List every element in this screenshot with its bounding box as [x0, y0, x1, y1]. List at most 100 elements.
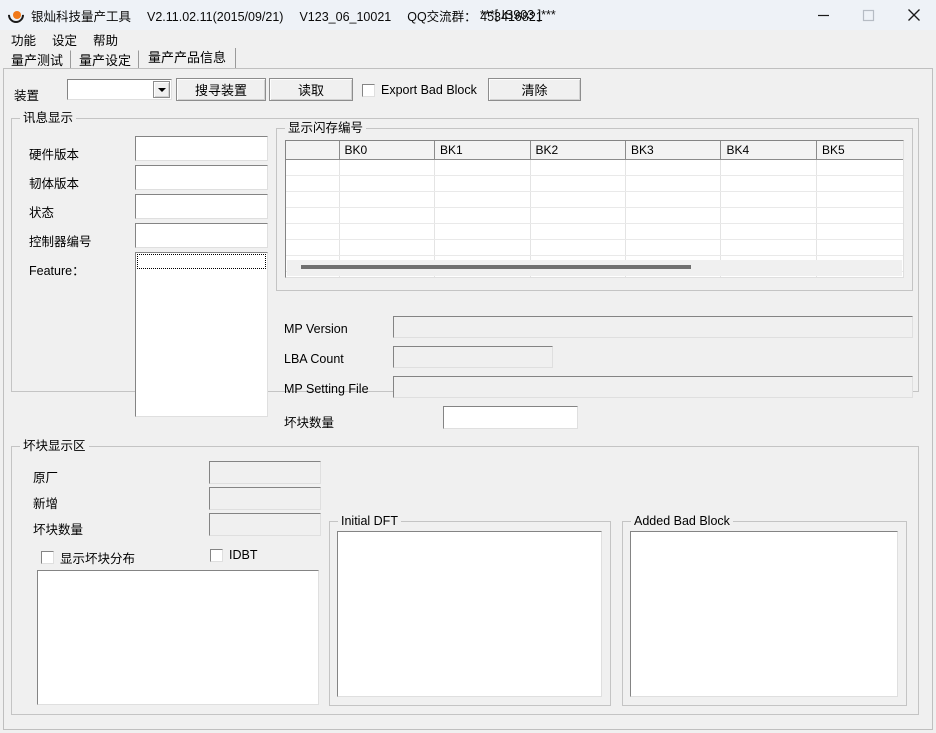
flash-id-cell[interactable]	[530, 223, 625, 239]
flash-id-cell[interactable]	[816, 191, 904, 207]
device-select[interactable]	[67, 79, 172, 100]
read-button[interactable]: 读取	[269, 78, 353, 101]
firmware-version-field[interactable]	[135, 165, 268, 190]
idbt-checkbox[interactable]: IDBT	[210, 548, 257, 562]
flash-id-cell[interactable]	[530, 159, 625, 175]
application-window: 银灿科技量产工具V2.11.02.11(2015/09/21)V123_06_1…	[0, 0, 936, 733]
flash-id-cell[interactable]	[339, 207, 434, 223]
flash-id-cell[interactable]	[816, 223, 904, 239]
flash-id-cell[interactable]	[435, 191, 530, 207]
bad-block-count-value	[444, 407, 577, 413]
flash-id-cell[interactable]	[339, 191, 434, 207]
flash-id-cell[interactable]	[816, 239, 904, 255]
flash-id-cell[interactable]	[286, 191, 339, 207]
flash-id-cell[interactable]	[626, 207, 721, 223]
flash-id-cell[interactable]	[816, 175, 904, 191]
tab-mass-production-settings[interactable]: 量产设定	[71, 50, 139, 69]
flash-id-cell[interactable]	[435, 223, 530, 239]
mp-version-field[interactable]	[393, 316, 913, 338]
flash-id-col-bk0[interactable]: BK0	[339, 141, 434, 159]
flash-id-cell[interactable]	[339, 223, 434, 239]
bad-block-count-label: 坏块数量	[284, 412, 334, 431]
flash-id-row[interactable]	[286, 223, 904, 239]
flash-id-cell[interactable]	[339, 175, 434, 191]
close-button[interactable]	[891, 0, 936, 30]
controller-id-field[interactable]	[135, 223, 268, 248]
minimize-button[interactable]	[801, 0, 846, 30]
flash-id-cell[interactable]	[286, 159, 339, 175]
flash-id-cell[interactable]	[721, 175, 816, 191]
flash-id-cell[interactable]	[286, 223, 339, 239]
clear-button[interactable]: 清除	[488, 78, 581, 101]
initial-dft-listbox[interactable]	[337, 531, 602, 697]
flash-id-cell[interactable]	[626, 175, 721, 191]
feature-listbox[interactable]	[135, 252, 268, 417]
new-bad-block-field[interactable]	[209, 487, 321, 510]
bad-block-distribution-listbox[interactable]	[37, 570, 319, 705]
lba-count-field[interactable]	[393, 346, 553, 368]
export-bad-block-checkbox[interactable]: Export Bad Block	[362, 83, 477, 97]
flash-id-col-rowhdr[interactable]	[286, 141, 339, 159]
flash-id-cell[interactable]	[339, 159, 434, 175]
flash-id-cell[interactable]	[721, 223, 816, 239]
flash-id-cell[interactable]	[721, 207, 816, 223]
search-device-button[interactable]: 搜寻装置	[176, 78, 266, 101]
flash-id-cell[interactable]	[626, 159, 721, 175]
flash-id-cell[interactable]	[816, 159, 904, 175]
flash-id-col-bk3[interactable]: BK3	[626, 141, 721, 159]
flash-id-cell[interactable]	[435, 175, 530, 191]
added-bad-block-listbox[interactable]	[630, 531, 898, 697]
menu-item-function[interactable]: 功能	[3, 29, 44, 50]
flash-id-cell[interactable]	[626, 239, 721, 255]
flash-id-cell[interactable]	[816, 207, 904, 223]
hardware-version-field[interactable]	[135, 136, 268, 161]
flash-id-cell[interactable]	[626, 223, 721, 239]
show-bad-block-distribution-checkbox[interactable]: 显示坏块分布	[41, 548, 135, 567]
flash-id-hscrollbar[interactable]	[287, 260, 902, 276]
flash-id-cell[interactable]	[339, 239, 434, 255]
maximize-icon	[862, 9, 875, 22]
total-bad-block-field[interactable]	[209, 513, 321, 536]
flash-id-col-bk4[interactable]: BK4	[721, 141, 816, 159]
flash-id-cell[interactable]	[435, 239, 530, 255]
flash-id-row[interactable]	[286, 207, 904, 223]
flash-id-hscroll-thumb[interactable]	[301, 265, 691, 269]
flash-id-grid[interactable]: BK0 BK1 BK2 BK3 BK4 BK5 BK6	[285, 140, 904, 278]
flash-id-col-bk1[interactable]: BK1	[435, 141, 530, 159]
flash-id-cell[interactable]	[530, 175, 625, 191]
status-value	[136, 195, 267, 203]
mp-setting-file-field[interactable]	[393, 376, 913, 398]
flash-id-cell[interactable]	[626, 191, 721, 207]
flash-id-cell[interactable]	[530, 207, 625, 223]
info-display-group-title: 讯息显示	[20, 111, 76, 125]
flash-id-cell[interactable]	[286, 175, 339, 191]
tab-mass-production-test[interactable]: 量产测试	[3, 50, 71, 69]
factory-bad-block-field[interactable]	[209, 461, 321, 484]
idbt-label: IDBT	[229, 548, 257, 562]
flash-id-col-bk2[interactable]: BK2	[530, 141, 625, 159]
status-field[interactable]	[135, 194, 268, 219]
flash-id-row[interactable]	[286, 159, 904, 175]
flash-id-cell[interactable]	[721, 159, 816, 175]
menu-item-help[interactable]: 帮助	[85, 29, 126, 50]
flash-id-row[interactable]	[286, 191, 904, 207]
flash-id-col-bk5[interactable]: BK5	[816, 141, 904, 159]
flash-id-cell[interactable]	[435, 207, 530, 223]
flash-id-cell[interactable]	[286, 239, 339, 255]
flash-id-row[interactable]	[286, 175, 904, 191]
menu-item-settings[interactable]: 设定	[44, 29, 85, 50]
bad-block-count-field[interactable]	[443, 406, 578, 429]
feature-focus-row	[137, 254, 266, 269]
maximize-button[interactable]	[846, 0, 891, 30]
flash-id-cell[interactable]	[435, 159, 530, 175]
flash-id-cell[interactable]	[721, 191, 816, 207]
firmware-version-value	[136, 166, 267, 174]
flash-id-cell[interactable]	[721, 239, 816, 255]
tab-mass-production-product-info[interactable]: 量产产品信息	[139, 48, 236, 69]
flash-id-cell[interactable]	[530, 191, 625, 207]
chevron-down-icon[interactable]	[153, 81, 170, 98]
flash-id-row[interactable]	[286, 239, 904, 255]
flash-id-cell[interactable]	[286, 207, 339, 223]
flash-id-cell[interactable]	[530, 239, 625, 255]
bad-block-display-group-title: 坏块显示区	[20, 439, 89, 453]
